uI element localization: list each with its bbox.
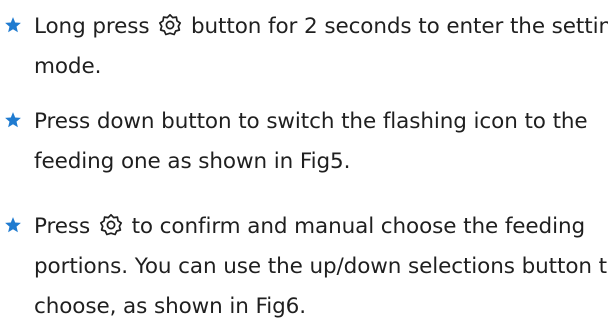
instruction-line: Long press button for 2 seconds to enter… xyxy=(34,7,608,47)
star-icon xyxy=(5,217,21,233)
star-icon xyxy=(5,112,21,128)
instruction-text: to confirm and manual choose the feeding xyxy=(131,214,586,239)
instruction-line: portions. You can use the up/down select… xyxy=(34,254,608,279)
gear-settings-icon xyxy=(99,213,122,236)
gear-settings-icon xyxy=(159,13,182,36)
instruction-list: Long press button for 2 seconds to enter… xyxy=(0,0,608,319)
instruction-line: choose, as shown in Fig6. xyxy=(34,294,306,319)
instruction-text: button for 2 seconds to enter the settin… xyxy=(190,14,608,39)
instruction-line: Press down button to switch the flashing… xyxy=(34,109,588,134)
instruction-line: Press to confirm and manual choose the f… xyxy=(34,207,585,247)
star-icon xyxy=(5,17,21,33)
instruction-text: Press xyxy=(34,214,91,239)
instruction-line: mode. xyxy=(34,54,102,79)
instruction-text: Long press xyxy=(34,14,150,39)
instruction-line: feeding one as shown in Fig5. xyxy=(34,149,351,174)
